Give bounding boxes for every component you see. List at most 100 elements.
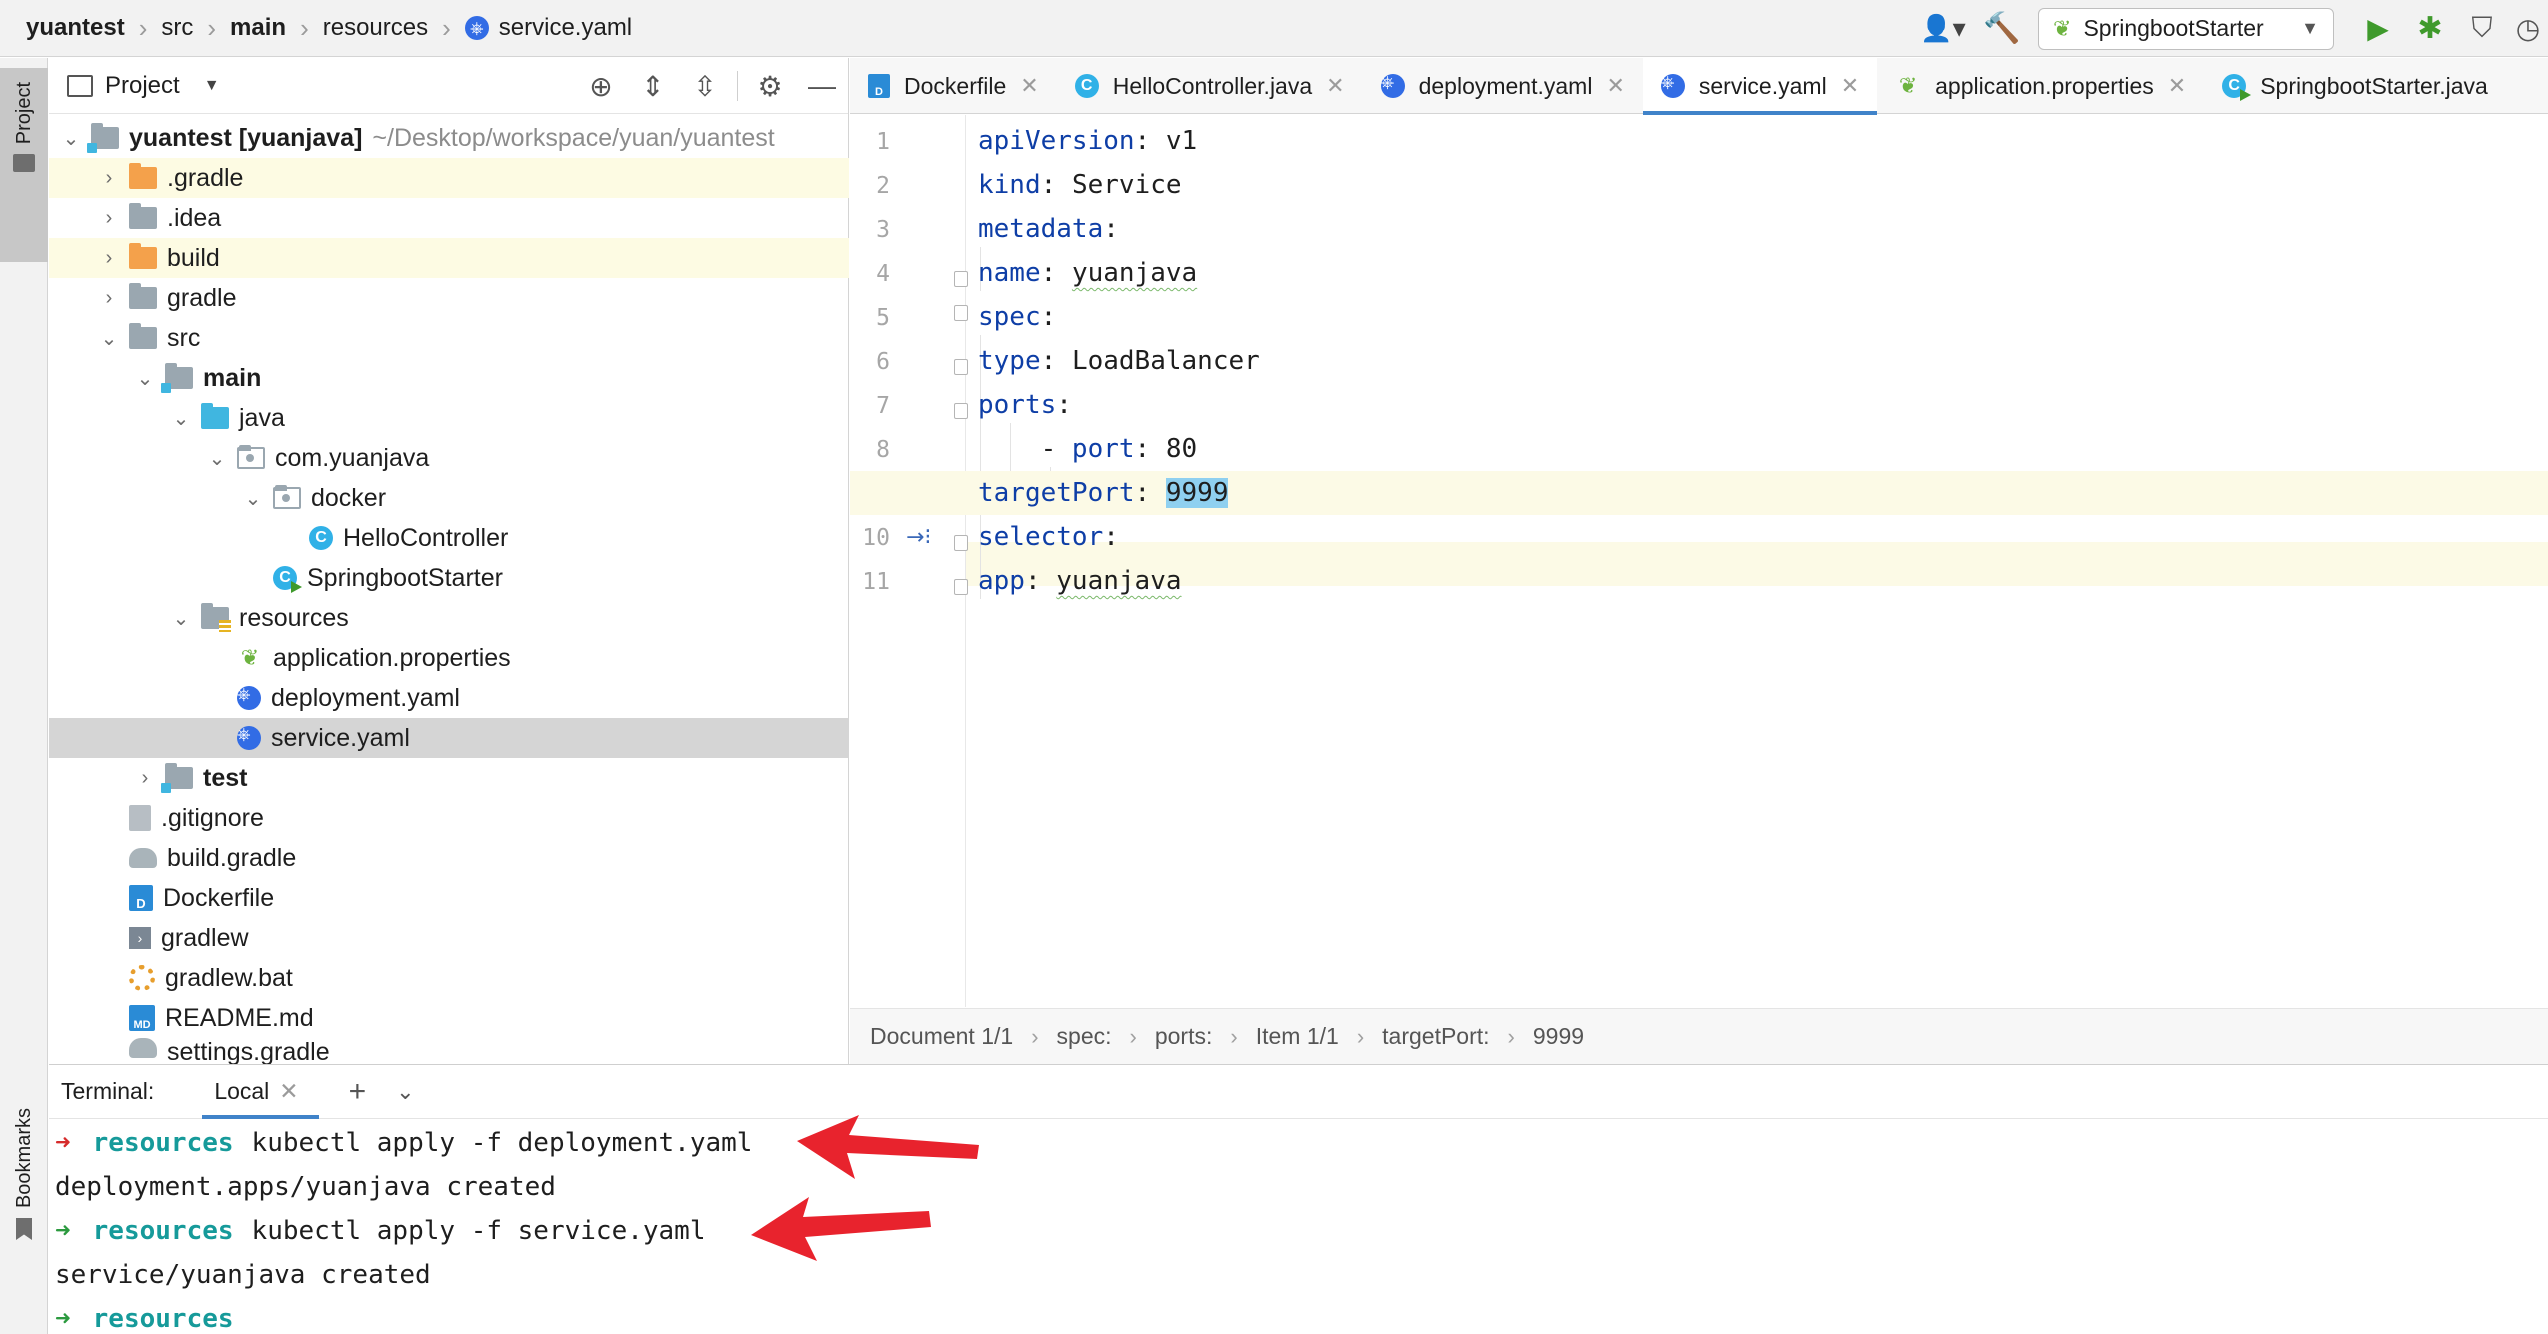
chevron-right-icon[interactable]: › bbox=[97, 167, 121, 190]
locate-target-icon[interactable]: ⊕ bbox=[575, 70, 627, 103]
line-number: 8 bbox=[876, 437, 890, 463]
tree-item-settings-gradle[interactable]: › settings.gradle bbox=[49, 1038, 849, 1064]
run-configuration-dropdown[interactable]: ❦ SpringbootStarter ▼ bbox=[2038, 7, 2334, 50]
tree-item-path: ~/Desktop/workspace/yuan/yuantest bbox=[372, 123, 775, 152]
close-icon[interactable]: ✕ bbox=[1020, 73, 1038, 99]
yaml-crumb[interactable]: Document 1/1 bbox=[870, 1023, 1013, 1050]
fold-marker[interactable] bbox=[954, 271, 968, 287]
chevron-down-icon[interactable]: ⌄ bbox=[169, 606, 193, 631]
breadcrumb-file[interactable]: service.yaml bbox=[499, 14, 632, 42]
hammer-icon[interactable]: 🔨 bbox=[1974, 9, 2030, 49]
chevron-down-icon[interactable]: ⌄ bbox=[169, 406, 193, 431]
tree-item-java[interactable]: ⌄ java bbox=[49, 398, 849, 438]
gradle-elephant-icon bbox=[129, 1038, 157, 1058]
breadcrumb-resources[interactable]: resources bbox=[323, 14, 428, 42]
tree-item-dockerfile[interactable]: › D Dockerfile bbox=[49, 878, 849, 918]
run-icon[interactable]: ▶ bbox=[2352, 9, 2404, 49]
tree-item-readme[interactable]: › MD README.md bbox=[49, 998, 849, 1038]
tree-item-hellocontroller[interactable]: › C HelloController bbox=[49, 518, 849, 558]
tree-item-deployment-yaml[interactable]: › ⎈ deployment.yaml bbox=[49, 678, 849, 718]
minimize-icon[interactable]: — bbox=[796, 70, 848, 102]
yaml-crumb[interactable]: ports: bbox=[1155, 1023, 1213, 1050]
tree-item-package[interactable]: ⌄ com.yuanjava bbox=[49, 438, 849, 478]
tree-item-label: build.gradle bbox=[167, 843, 297, 872]
yaml-crumb[interactable]: Item 1/1 bbox=[1256, 1023, 1339, 1050]
project-tool-tab[interactable]: Project bbox=[0, 68, 48, 262]
tree-item-build-gradle[interactable]: › build.gradle bbox=[49, 838, 849, 878]
chevron-right-icon[interactable]: › bbox=[133, 767, 157, 790]
dockerfile-icon: D bbox=[868, 74, 890, 98]
close-icon[interactable]: ✕ bbox=[1841, 73, 1859, 99]
fold-marker[interactable] bbox=[954, 359, 968, 375]
tree-item-build[interactable]: › build bbox=[49, 238, 849, 278]
tree-item-gradle-dir[interactable]: › .gradle bbox=[49, 158, 849, 198]
package-icon bbox=[273, 485, 301, 509]
tab-label: application.properties bbox=[1935, 72, 2154, 99]
gear-icon[interactable]: ⚙ bbox=[744, 70, 796, 103]
code-editor[interactable]: 1 2 3 4 5 6 7 8 9 10 11 →⁝ apiVersion: v… bbox=[850, 115, 2548, 1007]
tab-application-properties[interactable]: ❦ application.properties ✕ bbox=[1877, 58, 2204, 114]
collapse-all-icon[interactable]: ⇳ bbox=[679, 70, 731, 103]
yaml-crumb[interactable]: spec: bbox=[1057, 1023, 1112, 1050]
chevron-down-icon[interactable]: ⌄ bbox=[241, 486, 265, 511]
tree-item-resources[interactable]: ⌄ resources bbox=[49, 598, 849, 638]
close-icon[interactable]: ✕ bbox=[2168, 73, 2186, 99]
tab-deployment-yaml[interactable]: ⎈ deployment.yaml ✕ bbox=[1363, 58, 1643, 114]
tab-terminal-local[interactable]: Local ✕ bbox=[194, 1065, 319, 1119]
bookmarks-tool-tab[interactable]: Bookmarks bbox=[0, 1108, 48, 1318]
close-icon[interactable]: ✕ bbox=[1606, 73, 1624, 99]
chevron-down-icon[interactable]: ⌄ bbox=[97, 326, 121, 351]
tree-item-gradlew[interactable]: › › gradlew bbox=[49, 918, 849, 958]
debug-bug-icon[interactable]: ✱ bbox=[2404, 9, 2456, 49]
tree-item-gradle[interactable]: › gradle bbox=[49, 278, 849, 318]
yaml-crumb[interactable]: targetPort: bbox=[1382, 1023, 1489, 1050]
chevron-down-icon[interactable]: ⌄ bbox=[133, 366, 157, 391]
plus-icon[interactable]: + bbox=[349, 1075, 367, 1109]
close-icon[interactable]: ✕ bbox=[1326, 73, 1344, 99]
tab-service-yaml[interactable]: ⎈ service.yaml ✕ bbox=[1642, 58, 1878, 115]
markdown-icon: MD bbox=[129, 1005, 155, 1031]
tab-hellocontroller[interactable]: C HelloController.java ✕ bbox=[1057, 58, 1363, 114]
chevron-down-icon[interactable]: ⌄ bbox=[396, 1079, 414, 1105]
tree-item-springbootstarter[interactable]: › C SpringbootStarter bbox=[49, 558, 849, 598]
fold-marker[interactable] bbox=[954, 579, 968, 595]
tree-item-main[interactable]: ⌄ main bbox=[49, 358, 849, 398]
tab-springbootstarter[interactable]: C SpringbootStarter.java bbox=[2204, 58, 2506, 114]
coverage-shield-icon[interactable]: ⛉ bbox=[2456, 9, 2508, 49]
profiler-clock-icon[interactable]: ◷ bbox=[2508, 9, 2548, 49]
project-view-selector[interactable]: Project bbox=[105, 72, 180, 100]
chevron-right-icon[interactable]: › bbox=[97, 287, 121, 310]
tree-item-idea[interactable]: › .idea bbox=[49, 198, 849, 238]
tab-label: HelloController.java bbox=[1112, 72, 1313, 99]
tree-item-src[interactable]: ⌄ src bbox=[49, 318, 849, 358]
chevron-down-icon[interactable]: ▼ bbox=[204, 77, 220, 95]
breadcrumb-project[interactable]: yuantest bbox=[26, 14, 125, 42]
terminal-line[interactable]: ➜ resources bbox=[55, 1297, 252, 1334]
yaml-crumb[interactable]: 9999 bbox=[1533, 1023, 1584, 1050]
toolbar-divider bbox=[737, 71, 738, 101]
terminal-panel: Terminal: Local ✕ + ⌄ ➜ resources kubectl … bbox=[49, 1064, 2548, 1334]
tree-item-root[interactable]: ⌄ yuantest [yuanjava] ~/Desktop/workspac… bbox=[49, 118, 849, 158]
breadcrumb-main[interactable]: main bbox=[230, 14, 286, 42]
breadcrumb-src[interactable]: src bbox=[161, 14, 193, 42]
tree-item-test[interactable]: › test bbox=[49, 758, 849, 798]
fold-marker[interactable] bbox=[954, 535, 968, 551]
fold-marker[interactable] bbox=[954, 305, 968, 321]
tree-item-gitignore[interactable]: › .gitignore bbox=[49, 798, 849, 838]
close-icon[interactable]: ✕ bbox=[279, 1078, 298, 1105]
chevron-down-icon[interactable]: ⌄ bbox=[59, 126, 83, 151]
tree-item-application-properties[interactable]: › ❦ application.properties bbox=[49, 638, 849, 678]
chevron-right-icon[interactable]: › bbox=[97, 207, 121, 230]
tree-item-label: README.md bbox=[165, 1003, 314, 1032]
chevron-down-icon[interactable]: ⌄ bbox=[205, 446, 229, 471]
fold-marker[interactable] bbox=[954, 403, 968, 419]
expand-all-icon[interactable]: ⇕ bbox=[627, 70, 679, 103]
tree-item-service-yaml[interactable]: › ⎈ service.yaml bbox=[49, 718, 849, 758]
tab-dockerfile[interactable]: D Dockerfile ✕ bbox=[850, 58, 1057, 114]
tree-item-label: gradlew bbox=[161, 923, 249, 952]
implementation-marker-icon[interactable]: →⁝ bbox=[906, 525, 931, 550]
user-icon[interactable]: 👤▾ bbox=[1912, 9, 1974, 49]
tree-item-gradlew-bat[interactable]: › gradlew.bat bbox=[49, 958, 849, 998]
tree-item-docker[interactable]: ⌄ docker bbox=[49, 478, 849, 518]
chevron-right-icon[interactable]: › bbox=[97, 247, 121, 270]
